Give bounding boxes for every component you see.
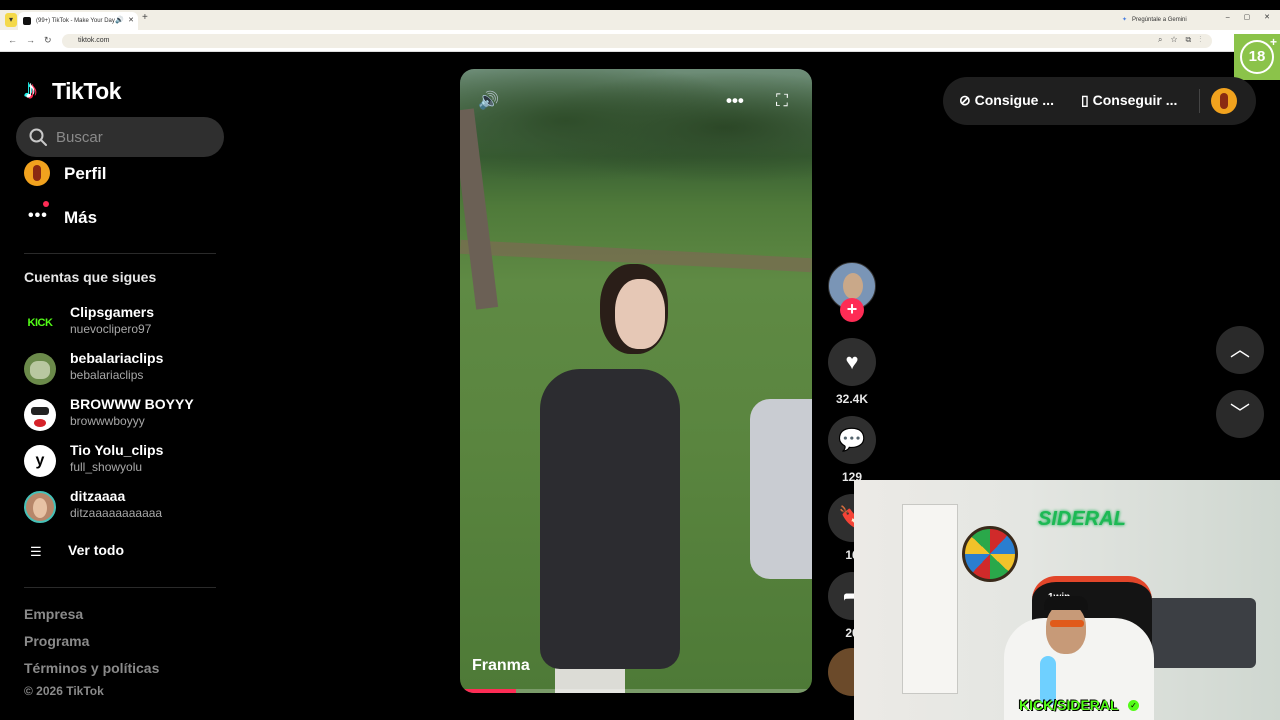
- webcam-streamer-glasses: [1050, 620, 1084, 627]
- back-arrow-icon[interactable]: ←: [8, 35, 17, 45]
- chevron-down-icon: ﹀: [1230, 403, 1250, 425]
- follow-plus-button[interactable]: +: [840, 298, 864, 322]
- list-icon: ☰: [30, 544, 42, 559]
- sidebar-divider: [24, 253, 216, 254]
- account-avatar: KICK: [24, 307, 56, 339]
- nav-profile-label: Perfil: [64, 164, 107, 183]
- top-actions-bar: ⊘ Consigue ... ▯ Conseguir ...: [943, 77, 1256, 125]
- following-section-title: Cuentas que sigues: [24, 269, 157, 285]
- get-coins-button[interactable]: ⊘ Consigue ...: [959, 92, 1054, 109]
- see-all-label: Ver todo: [68, 542, 125, 558]
- webcam-streamer-cap: [1044, 596, 1088, 610]
- footer-link-empresa[interactable]: Empresa: [24, 606, 83, 622]
- account-handle: ditzaaaaaaaaaaa: [70, 506, 163, 520]
- previous-video-button[interactable]: ︿: [1216, 326, 1264, 374]
- get-app-button[interactable]: ▯ Conseguir ...: [1081, 92, 1177, 109]
- account-handle: browwwboyyy: [70, 414, 145, 428]
- more-dots-icon: •••: [28, 207, 48, 224]
- tab-title: (99+) TikTok - Make Your Day: [36, 18, 115, 24]
- user-avatar[interactable]: [1211, 88, 1237, 114]
- reload-icon[interactable]: ↻: [44, 35, 52, 46]
- next-video-button[interactable]: ﹀: [1216, 390, 1264, 438]
- following-account[interactable]: KICK Clipsgamers nuevoclipero97: [24, 304, 224, 340]
- search-input[interactable]: [56, 117, 216, 157]
- account-name: BROWWW BOYYY: [70, 396, 194, 412]
- account-avatar: [24, 353, 56, 385]
- following-account[interactable]: BROWWW BOYYY browwwboyyy: [24, 396, 224, 432]
- notification-dot: [43, 201, 49, 207]
- account-name: Tio Yolu_clips: [70, 442, 164, 458]
- search-box[interactable]: [16, 117, 224, 157]
- address-bar-row: ← → ↻ tiktok.com ⌕ ☆ ⧉ ⋮: [0, 30, 1280, 52]
- new-tab-button[interactable]: +: [142, 12, 148, 23]
- video-frame-face: [615, 279, 665, 349]
- video-frame-trees: [460, 69, 812, 199]
- video-frame-side-person: [750, 399, 812, 579]
- footer-link-programa[interactable]: Programa: [24, 633, 89, 649]
- tiktok-favicon-icon: [23, 17, 31, 25]
- browser-tab[interactable]: (99+) TikTok - Make Your Day 🔊 ✕: [18, 12, 138, 30]
- age-rating-plus: +: [1269, 35, 1277, 49]
- webcam-prize-wheel: [962, 526, 1018, 582]
- video-player[interactable]: 🔊 ••• ⛶ Franma: [460, 69, 812, 693]
- like-button[interactable]: ♥: [828, 338, 876, 386]
- forward-arrow-icon[interactable]: →: [26, 35, 35, 45]
- profile-avatar: [24, 160, 50, 186]
- account-handle: full_showyolu: [70, 460, 143, 474]
- comment-icon: 💬: [838, 427, 866, 452]
- volume-icon[interactable]: 🔊: [478, 91, 499, 111]
- account-avatar: [24, 399, 56, 431]
- account-avatar: y: [24, 445, 56, 477]
- copyright: © 2026 TikTok: [24, 684, 104, 698]
- video-author-overlay[interactable]: Franma: [472, 657, 530, 675]
- more-options-icon[interactable]: •••: [726, 91, 744, 111]
- like-count: 32.4K: [835, 392, 869, 406]
- age-rating-number: 18: [1240, 40, 1274, 74]
- os-top-strip: [0, 0, 1280, 10]
- tab-audio-icon[interactable]: 🔊: [115, 12, 124, 30]
- heart-icon: ♥: [845, 349, 859, 374]
- account-name: Clipsgamers: [70, 304, 155, 320]
- following-account[interactable]: bebalariaclips bebalariaclips: [24, 350, 224, 386]
- logo-text: TikTok: [52, 78, 122, 104]
- phone-icon: ▯: [1081, 92, 1089, 108]
- topbar-separator: [1199, 89, 1200, 113]
- get-app-label: Conseguir ...: [1092, 92, 1178, 108]
- webcam-bed: [1146, 598, 1256, 668]
- webcam-neon-sign: SIDERAL: [1038, 508, 1126, 530]
- nav-more-label: Más: [64, 208, 98, 227]
- account-avatar: [24, 491, 56, 523]
- get-coins-label: Consigue ...: [974, 92, 1054, 108]
- url-field[interactable]: tiktok.com: [62, 34, 1212, 48]
- video-frame-hoodie: [540, 369, 680, 669]
- following-account[interactable]: y Tio Yolu_clips full_showyolu: [24, 442, 224, 478]
- footer-link-terms[interactable]: Términos y políticas: [24, 660, 159, 676]
- fullscreen-icon[interactable]: ⛶: [776, 91, 788, 111]
- account-name: bebalariaclips: [70, 350, 164, 366]
- tab-search-icon[interactable]: ▾: [5, 13, 17, 27]
- following-account[interactable]: ditzaaaa ditzaaaaaaaaaaa: [24, 488, 224, 524]
- account-handle: bebalariaclips: [70, 368, 144, 382]
- webcam-streamer-face: [1046, 604, 1086, 654]
- tab-close-icon[interactable]: ✕: [128, 12, 134, 30]
- account-name: ditzaaaa: [70, 488, 126, 504]
- verified-badge-icon: ✓: [1128, 700, 1139, 711]
- video-progress-fill: [460, 689, 517, 693]
- window-controls[interactable]: – ▢ ✕: [1226, 13, 1270, 21]
- streamer-webcam-overlay: SIDERAL 1win KICK/SIDERAL ✓: [854, 480, 1280, 720]
- comment-button[interactable]: 💬: [828, 416, 876, 464]
- webcam-door: [902, 504, 958, 694]
- gemini-button[interactable]: Pregúntale a Gemini: [1122, 13, 1202, 27]
- account-handle: nuevoclipero97: [70, 322, 152, 336]
- chevron-up-icon: ︿: [1230, 339, 1250, 361]
- search-icon: [29, 128, 47, 146]
- coin-icon: ⊘: [959, 92, 971, 108]
- tiktok-note-icon: ♪: [24, 74, 37, 104]
- video-progress-bar[interactable]: [460, 689, 812, 693]
- age-rating-badge: 18 +: [1234, 34, 1280, 80]
- browser-tab-bar: ▾ (99+) TikTok - Make Your Day 🔊 ✕ + Pre…: [0, 10, 1280, 30]
- sidebar-divider: [24, 587, 216, 588]
- address-tools-icons[interactable]: ⌕ ☆ ⧉ ⋮: [1158, 35, 1201, 45]
- webcam-kick-logo: KICK/SIDERAL: [1019, 697, 1119, 713]
